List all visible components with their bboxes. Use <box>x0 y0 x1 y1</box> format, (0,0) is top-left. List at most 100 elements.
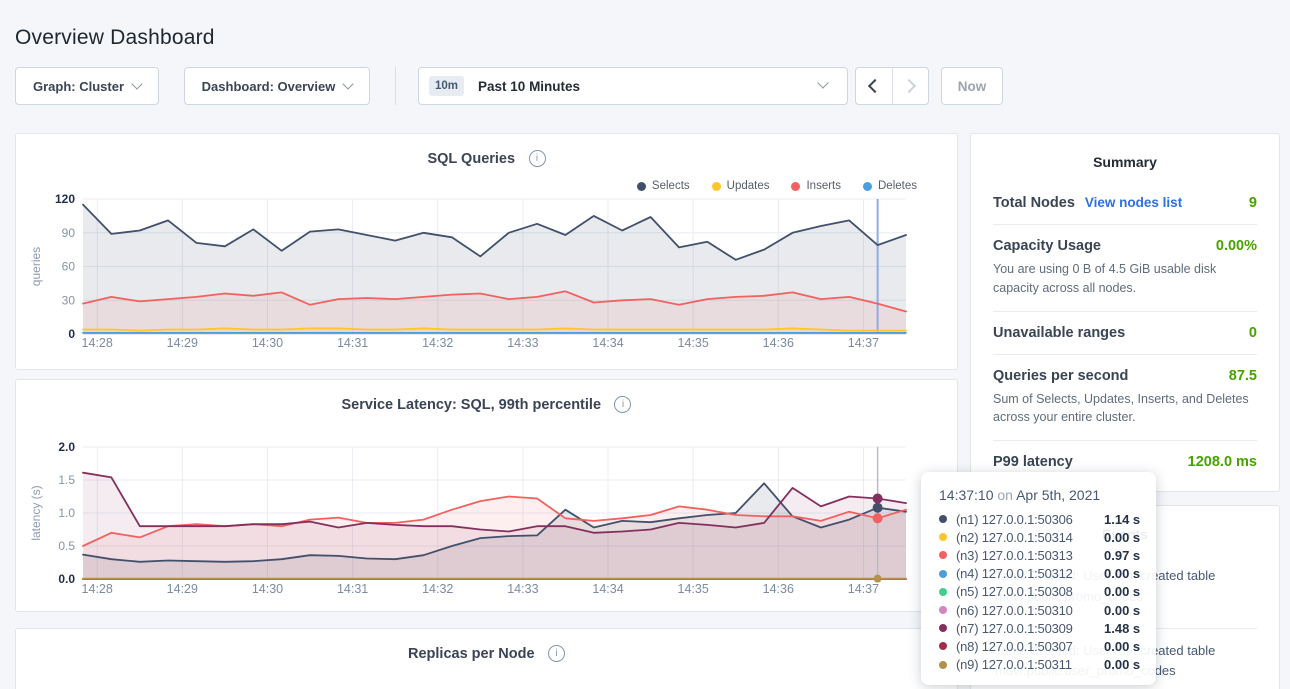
svg-text:14:36: 14:36 <box>763 336 794 350</box>
summary-item-value: 87.5 <box>1229 368 1257 384</box>
tooltip-row-label: (n7) 127.0.0.1:50309 <box>956 621 1104 636</box>
time-step-buttons <box>855 67 929 105</box>
tooltip-row-value: 0.00 s <box>1104 639 1140 654</box>
svg-text:latency (s): latency (s) <box>29 485 43 540</box>
svg-text:14:33: 14:33 <box>507 336 538 350</box>
tooltip-time: 14:37:10 <box>939 487 994 503</box>
svg-text:14:30: 14:30 <box>252 582 283 596</box>
tooltip-row-dot <box>939 533 947 541</box>
tooltip-row-dot <box>939 624 947 632</box>
svg-text:30: 30 <box>62 293 76 307</box>
tooltip-row-label: (n2) 127.0.0.1:50314 <box>956 530 1104 545</box>
summary-item-value: 1208.0 ms <box>1188 454 1257 470</box>
chart-hover-tooltip: 14:37:10 on Apr 5th, 2021 (n1) 127.0.0.1… <box>921 472 1156 685</box>
summary-item-row: P99 latency 1208.0 ms <box>993 454 1257 470</box>
summary-item: Capacity Usage 0.00% You are using 0 B of … <box>971 225 1279 311</box>
tooltip-row-dot <box>939 570 947 578</box>
tooltip-row-dot <box>939 515 947 523</box>
svg-text:14:34: 14:34 <box>592 582 623 596</box>
summary-item-row: Unavailable ranges0 <box>993 325 1257 341</box>
svg-text:14:34: 14:34 <box>592 336 623 350</box>
tooltip-row-dot <box>939 642 947 650</box>
tooltip-row-dot <box>939 588 947 596</box>
summary-items: Total NodesView nodes list9Capacity Usag… <box>971 182 1279 483</box>
tooltip-on: on <box>997 487 1013 503</box>
sql-queries-chart[interactable]: 14:2814:2914:3014:3114:3214:3314:3414:35… <box>16 134 957 369</box>
tooltip-row-value: 0.97 s <box>1104 548 1140 563</box>
svg-text:14:32: 14:32 <box>422 582 453 596</box>
summary-item-label: Queries per second <box>993 368 1128 384</box>
tooltip-row-value: 0.00 s <box>1104 657 1140 672</box>
svg-text:14:28: 14:28 <box>82 582 113 596</box>
now-button[interactable]: Now <box>941 67 1003 105</box>
summary-item-label: Capacity Usage <box>993 238 1101 254</box>
summary-item-desc: Sum of Selects, Updates, Inserts, and De… <box>993 390 1257 428</box>
dashboard-dropdown[interactable]: Dashboard: Overview <box>184 67 370 105</box>
prev-time-button[interactable] <box>856 68 892 104</box>
svg-text:14:36: 14:36 <box>763 582 794 596</box>
svg-text:14:35: 14:35 <box>678 336 709 350</box>
summary-item-desc: You are using 0 B of 4.5 GiB usable disk… <box>993 260 1257 298</box>
svg-text:14:29: 14:29 <box>167 336 198 350</box>
tooltip-row: (n8) 127.0.0.1:503070.00 s <box>939 637 1156 655</box>
tooltip-row: (n5) 127.0.0.1:503080.00 s <box>939 583 1156 601</box>
tooltip-date: Apr 5th, 2021 <box>1016 487 1100 503</box>
chevron-down-icon <box>817 77 828 88</box>
svg-text:1.0: 1.0 <box>58 506 75 520</box>
time-range-picker[interactable]: 10m Past 10 Minutes <box>418 67 848 105</box>
svg-text:14:37: 14:37 <box>848 336 879 350</box>
tooltip-row-value: 0.00 s <box>1104 603 1140 618</box>
tooltip-row: (n7) 127.0.0.1:503091.48 s <box>939 619 1156 637</box>
tooltip-row-label: (n1) 127.0.0.1:50306 <box>956 512 1104 527</box>
svg-text:14:35: 14:35 <box>678 582 709 596</box>
tooltip-row-value: 1.48 s <box>1104 621 1140 636</box>
svg-text:90: 90 <box>62 226 76 240</box>
tooltip-rows: (n1) 127.0.0.1:503061.14 s(n2) 127.0.0.1… <box>939 510 1156 674</box>
svg-text:14:33: 14:33 <box>507 582 538 596</box>
svg-text:120: 120 <box>55 192 75 206</box>
summary-item-value: 0 <box>1249 325 1257 341</box>
tooltip-row: (n1) 127.0.0.1:503061.14 s <box>939 510 1156 528</box>
svg-text:1.5: 1.5 <box>58 473 75 487</box>
tooltip-row-dot <box>939 606 947 614</box>
graph-dropdown[interactable]: Graph: Cluster <box>15 67 159 105</box>
svg-text:14:28: 14:28 <box>82 336 113 350</box>
info-icon[interactable]: i <box>548 645 565 662</box>
service-latency-chart[interactable]: 14:2814:2914:3014:3114:3214:3314:3414:35… <box>16 380 957 611</box>
tooltip-row-label: (n3) 127.0.0.1:50313 <box>956 548 1104 563</box>
chevron-left-icon <box>868 79 882 93</box>
tooltip-row-value: 0.00 s <box>1104 566 1140 581</box>
chevron-down-icon <box>131 78 142 89</box>
controls-divider <box>395 67 396 105</box>
summary-item: Unavailable ranges0 <box>971 312 1279 354</box>
svg-text:queries: queries <box>29 247 43 286</box>
summary-item-row: Queries per second 87.5 <box>993 368 1257 384</box>
summary-item-label: P99 latency <box>993 454 1073 470</box>
svg-text:14:32: 14:32 <box>422 336 453 350</box>
replicas-per-node-card: Replicas per Node i <box>15 628 958 689</box>
chevron-down-icon <box>343 78 354 89</box>
time-range-label: Past 10 Minutes <box>478 79 580 94</box>
svg-text:0.0: 0.0 <box>58 572 75 586</box>
tooltip-row: (n3) 127.0.0.1:503130.97 s <box>939 546 1156 564</box>
svg-text:14:31: 14:31 <box>337 336 368 350</box>
tooltip-header: 14:37:10 on Apr 5th, 2021 <box>939 487 1156 503</box>
tooltip-row-label: (n9) 127.0.0.1:50311 <box>956 657 1104 672</box>
view-nodes-list-link[interactable]: View nodes list <box>1085 195 1182 210</box>
tooltip-row-dot <box>939 661 947 669</box>
tooltip-row: (n2) 127.0.0.1:503140.00 s <box>939 528 1156 546</box>
chart-title: Replicas per Node <box>408 646 535 662</box>
sql-queries-card: SQL Queries i SelectsUpdatesInsertsDelet… <box>15 133 958 370</box>
svg-text:14:31: 14:31 <box>337 582 368 596</box>
tooltip-row-value: 1.14 s <box>1104 512 1140 527</box>
next-time-button[interactable] <box>892 68 929 104</box>
svg-text:14:37: 14:37 <box>848 582 879 596</box>
page-title: Overview Dashboard <box>15 26 215 50</box>
summary-panel: Summary Total NodesView nodes list9Capac… <box>970 133 1280 492</box>
summary-item-value: 0.00% <box>1216 238 1257 254</box>
summary-item: Total NodesView nodes list9 <box>971 182 1279 224</box>
svg-text:0: 0 <box>68 327 75 341</box>
chart-title-row: Replicas per Node i <box>16 645 957 663</box>
tooltip-row-value: 0.00 s <box>1104 584 1140 599</box>
tooltip-row-dot <box>939 551 947 559</box>
